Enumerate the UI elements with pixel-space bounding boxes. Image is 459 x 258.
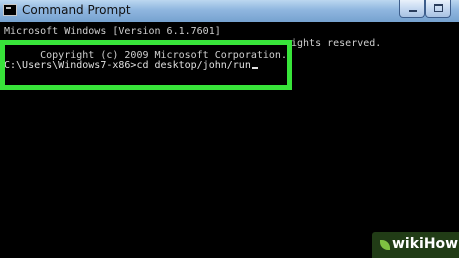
minimize-icon <box>409 10 417 12</box>
window-title: Command Prompt <box>22 3 131 17</box>
cmd-icon[interactable] <box>3 4 17 16</box>
text-cursor <box>251 67 258 69</box>
prompt-path: C:\Users\Windows7-x86> <box>4 60 137 71</box>
minimize-button[interactable] <box>399 0 425 18</box>
watermark-text: wikiHow <box>392 236 459 252</box>
wikihow-watermark: wikiHow <box>372 232 459 258</box>
typed-command: cd desktop/john/run <box>136 60 251 71</box>
maximize-icon <box>434 4 443 12</box>
title-bar[interactable]: Command Prompt <box>0 0 459 22</box>
maximize-button[interactable] <box>425 0 451 18</box>
leaf-icon <box>380 240 390 250</box>
command-prompt-window: Command Prompt Microsoft Windows [Versio… <box>0 0 459 258</box>
console-output[interactable]: Microsoft Windows [Version 6.1.7601] Cop… <box>0 22 459 258</box>
copyright-text-end: ights reserved. <box>291 38 382 49</box>
version-line: Microsoft Windows [Version 6.1.7601] <box>4 26 221 37</box>
command-line[interactable]: C:\Users\Windows7-x86>cd desktop/john/ru… <box>4 60 258 72</box>
